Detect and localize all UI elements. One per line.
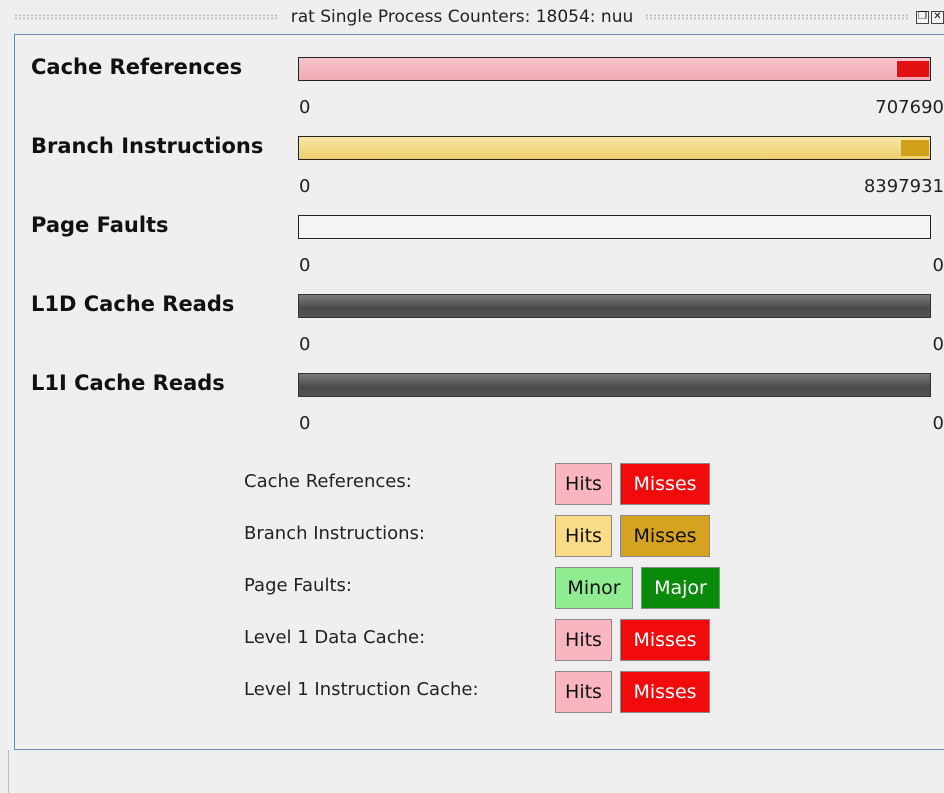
bar-fill [299,137,930,159]
legend-chip-hits: Hits [555,619,612,661]
bar-marker [897,61,929,77]
cache-references-bar [298,57,931,81]
close-icon[interactable]: ✕ [931,10,944,24]
bar-fill [299,295,930,317]
l1i-cache-reads-min: 0 [299,413,311,434]
legend-chip-hits: Hits [555,671,612,713]
title-grip-left[interactable] [14,14,279,20]
bottom-divider [8,750,9,793]
legend-label-level-1-data-cache: Level 1 Data Cache: [244,627,426,648]
l1d-cache-reads-min: 0 [299,334,311,355]
bar-fill [299,216,930,238]
l1i-cache-reads-bar [298,373,931,397]
restore-icon[interactable]: ❐ [916,10,929,24]
title-grip-right[interactable] [645,14,910,20]
l1d-cache-reads-max: 0 [932,334,944,355]
cache-references-min: 0 [299,97,311,118]
bar-fill [299,58,930,80]
title-bar[interactable]: rat Single Process Counters: 18054: nuu … [0,0,944,34]
bar-marker [901,140,929,156]
legend-chip-major: Major [641,567,720,609]
branch-instructions-max: 8397931 [863,176,944,197]
l1i-cache-reads-max: 0 [932,413,944,434]
bar-fill [299,374,930,396]
legend-label-branch-instructions: Branch Instructions: [244,523,425,544]
counter-label-page-faults: Page Faults [31,213,169,237]
legend-chip-misses: Misses [620,671,710,713]
counters-panel: Cache References 0 707690 Branch Instruc… [14,34,944,750]
counter-label-l1d-cache-reads: L1D Cache Reads [31,292,235,316]
legend-chip-misses: Misses [620,463,710,505]
counter-label-cache-references: Cache References [31,55,243,79]
legend-chip-minor: Minor [555,567,633,609]
cache-references-max: 707690 [875,97,944,118]
branch-instructions-min: 0 [299,176,311,197]
counter-label-branch-instructions: Branch Instructions [31,134,264,158]
window-title: rat Single Process Counters: 18054: nuu [290,7,634,27]
legend-chip-hits: Hits [555,463,612,505]
legend-chip-hits: Hits [555,515,612,557]
legend-label-page-faults: Page Faults: [244,575,352,596]
legend-label-level-1-instruction-cache: Level 1 Instruction Cache: [244,679,479,700]
legend-label-cache-references: Cache References: [244,471,412,492]
legend-chip-misses: Misses [620,619,710,661]
page-faults-min: 0 [299,255,311,276]
legend-chip-misses: Misses [620,515,710,557]
l1d-cache-reads-bar [298,294,931,318]
branch-instructions-bar [298,136,931,160]
counter-label-l1i-cache-reads: L1I Cache Reads [31,371,225,395]
page-faults-bar [298,215,931,239]
page-faults-max: 0 [932,255,944,276]
